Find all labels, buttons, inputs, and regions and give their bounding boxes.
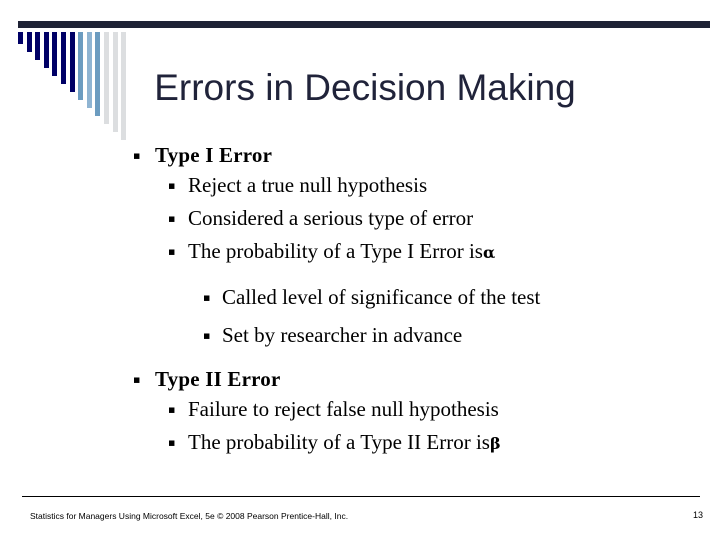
bullet-square-icon: ▪ (133, 373, 141, 386)
page-number: 13 (692, 510, 703, 520)
decor-bar (104, 32, 109, 124)
bullet-square-icon: ▪ (203, 291, 211, 304)
outline-item-level2: ▪ The probability of a Type I Error is α (0, 239, 720, 272)
outline-item-label: Called level of significance of the test (222, 285, 541, 309)
bullet-square-icon: ▪ (168, 179, 176, 192)
decor-bar (69, 32, 75, 92)
footer-rule (22, 496, 700, 497)
decor-bar (43, 32, 49, 68)
outline-item-label: Type II Error (155, 367, 281, 391)
outline-item-label: Reject a true null hypothesis (188, 173, 428, 197)
footer-citation: Statistics for Managers Using Microsoft … (30, 511, 349, 521)
outline-item-level1: ▪ Type II Error (0, 367, 720, 397)
slide-canvas: Errors in Decision Making ▪ Type I Error ▪… (0, 0, 720, 540)
decor-bar (18, 32, 23, 44)
greek-symbol: α (482, 243, 496, 262)
outline-item-label: Failure to reject false null hypothesis (188, 397, 499, 421)
outline-item-label: Type I Error (155, 143, 273, 167)
outline-item-level2: ▪ Reject a true null hypothesis (0, 173, 720, 206)
outline-item-label: Considered a serious type of error (188, 206, 474, 230)
bullet-square-icon: ▪ (168, 212, 176, 225)
bullet-square-icon: ▪ (203, 329, 211, 342)
outline-item-label: Set by researcher in advance (222, 323, 463, 347)
content-outline: ▪ Type I Error ▪ Reject a true null hypothe… (0, 143, 720, 463)
outline-item-level3: ▪ Set by researcher in advance (0, 323, 720, 361)
greek-symbol: β (489, 434, 501, 453)
bullet-square-icon: ▪ (168, 245, 176, 258)
decor-bar (86, 32, 92, 108)
outline-item-label: The probability of a Type II Error is (188, 430, 490, 454)
decor-bar (52, 32, 58, 76)
decor-bar (26, 32, 32, 52)
decor-bar (35, 32, 41, 60)
bullet-square-icon: ▪ (133, 149, 141, 162)
outline-item-level2: ▪ The probability of a Type II Error is β (0, 430, 720, 463)
decor-bar (121, 32, 127, 140)
decorative-bar-motif (18, 32, 138, 152)
outline-item-label: The probability of a Type I Error is (188, 239, 483, 263)
bullet-square-icon: ▪ (168, 436, 176, 449)
outline-item-level1: ▪ Type I Error (0, 143, 720, 173)
decor-bar (61, 32, 66, 84)
decor-bar (112, 32, 118, 132)
outline-item-level3: ▪ Called level of significance of the tes… (0, 285, 720, 323)
outline-item-level2: ▪ Failure to reject false null hypothesis (0, 397, 720, 430)
page-title: Errors in Decision Making (154, 67, 576, 108)
outline-item-level2: ▪ Considered a serious type of error (0, 206, 720, 239)
decor-bar (78, 32, 84, 100)
bullet-square-icon: ▪ (168, 403, 176, 416)
header-rule (18, 21, 710, 28)
decor-bar (95, 32, 101, 116)
